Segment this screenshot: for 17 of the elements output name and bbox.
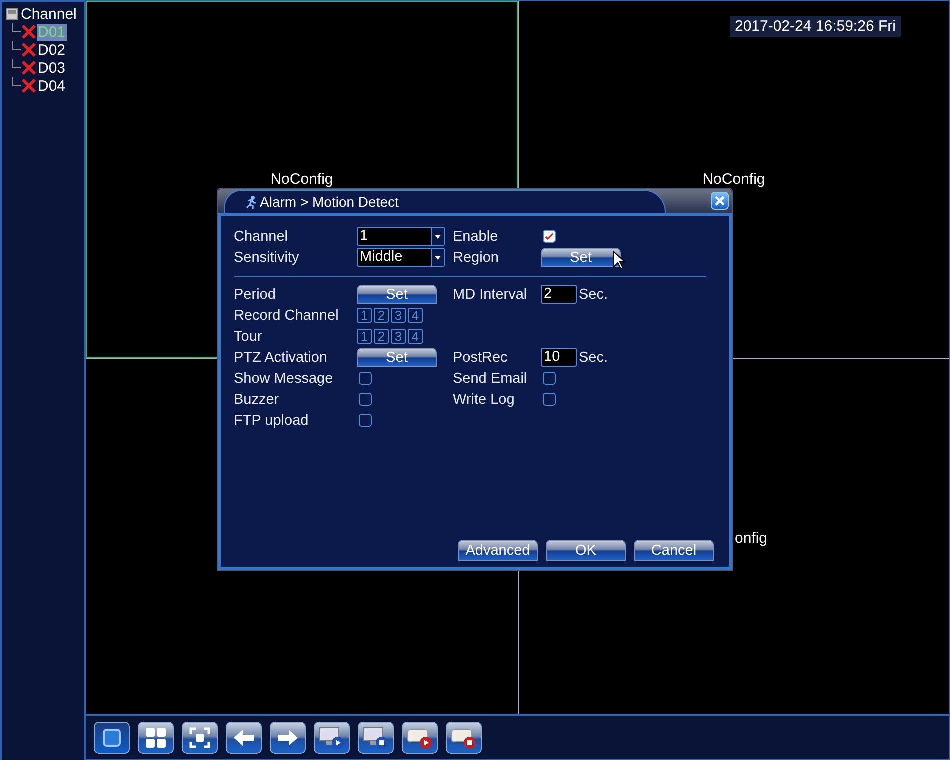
no-config-label: NoConfig [702, 171, 766, 188]
field-label: FTP upload [234, 412, 310, 428]
no-config-label: onfig [735, 530, 768, 547]
field-label: Show Message [234, 370, 334, 386]
field-label: Tour [234, 328, 264, 344]
field-label: Period [234, 286, 277, 302]
field-label: Buzzer [234, 392, 280, 408]
field-label: Write Log [453, 392, 516, 408]
dialog-title: Alarm > Motion Detect [260, 194, 399, 210]
field-label: Region [453, 250, 500, 266]
no-config-label: NoConfig [270, 171, 334, 188]
field-label: Enable [453, 228, 500, 244]
field-label: Record Channel [234, 308, 340, 324]
unit-label: Sec. [579, 286, 608, 302]
timestamp: 2017-02-24 16:59:26 Fri [730, 16, 901, 37]
field-label: Channel [234, 228, 290, 244]
field-label: Sensitivity [234, 250, 300, 266]
